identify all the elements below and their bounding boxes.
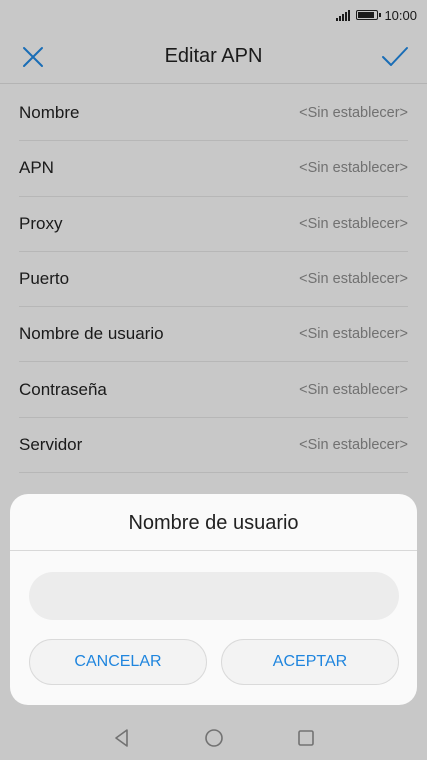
username-dialog: Nombre de usuario CANCELAR ACEPTAR: [10, 494, 417, 705]
cancel-button[interactable]: CANCELAR: [29, 639, 207, 685]
dialog-divider: [10, 550, 417, 551]
accept-button[interactable]: ACEPTAR: [221, 639, 399, 685]
username-input[interactable]: [29, 572, 399, 620]
dialog-title: Nombre de usuario: [128, 512, 299, 534]
